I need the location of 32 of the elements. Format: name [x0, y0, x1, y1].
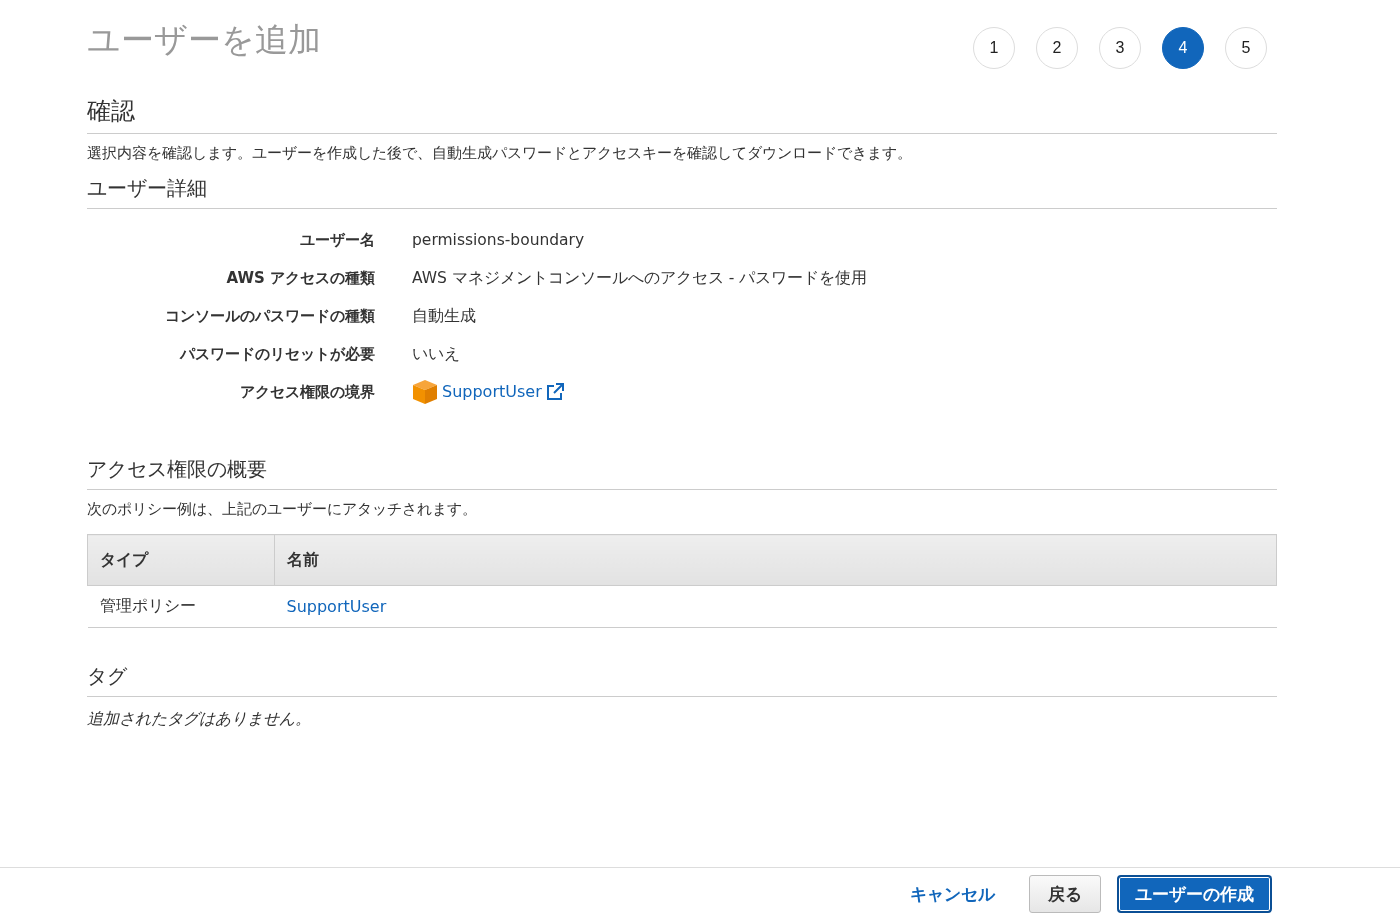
- detail-value: いいえ: [412, 344, 460, 365]
- section-heading: タグ: [87, 662, 1277, 697]
- section-heading: 確認: [87, 95, 1277, 134]
- detail-label: アクセス権限の境界: [239, 382, 375, 403]
- detail-value: permissions-boundary: [412, 230, 585, 251]
- section-heading: ユーザー詳細: [87, 174, 1277, 209]
- column-header: タイプ: [87, 534, 275, 586]
- empty-tags-message: 追加されたタグはありません。: [87, 709, 312, 730]
- policy-link[interactable]: SupportUser: [442, 373, 542, 411]
- step-indicator[interactable]: 5: [1225, 27, 1267, 69]
- table-cell: 管理ポリシー: [87, 585, 275, 628]
- policy-link[interactable]: SupportUser: [286, 597, 387, 616]
- page-title: ユーザーを追加: [87, 19, 321, 61]
- review-description: 選択内容を確認します。ユーザーを作成した後で、自動生成パスワードとアクセスキーを確認してダウンロードできます。: [87, 143, 913, 164]
- step-indicator[interactable]: 1: [973, 27, 1015, 69]
- detail-value: AWS マネジメントコンソールへのアクセス - パスワードを使用: [412, 268, 868, 289]
- step-indicator[interactable]: 3: [1099, 27, 1141, 69]
- step-indicator[interactable]: 2: [1036, 27, 1078, 69]
- external-link-icon[interactable]: [545, 383, 564, 401]
- column-header: 名前: [274, 534, 1277, 586]
- detail-label: パスワードのリセットが必要: [178, 344, 375, 365]
- cancel-button[interactable]: キャンセル: [910, 882, 995, 906]
- step-indicator[interactable]: 4: [1162, 27, 1204, 69]
- detail-value: 自動生成: [412, 306, 476, 327]
- box-icon: [412, 379, 438, 405]
- permissions-description: 次のポリシー例は、上記のユーザーにアタッチされます。: [87, 499, 478, 520]
- back-button[interactable]: 戻る: [1029, 875, 1101, 913]
- detail-label: ユーザー名: [299, 230, 375, 251]
- create-user-button[interactable]: ユーザーの作成: [1117, 875, 1272, 913]
- section-heading: アクセス権限の概要: [87, 455, 1277, 490]
- detail-label: コンソールのパスワードの種類: [164, 306, 375, 327]
- detail-label: AWS アクセスの種類: [225, 268, 375, 289]
